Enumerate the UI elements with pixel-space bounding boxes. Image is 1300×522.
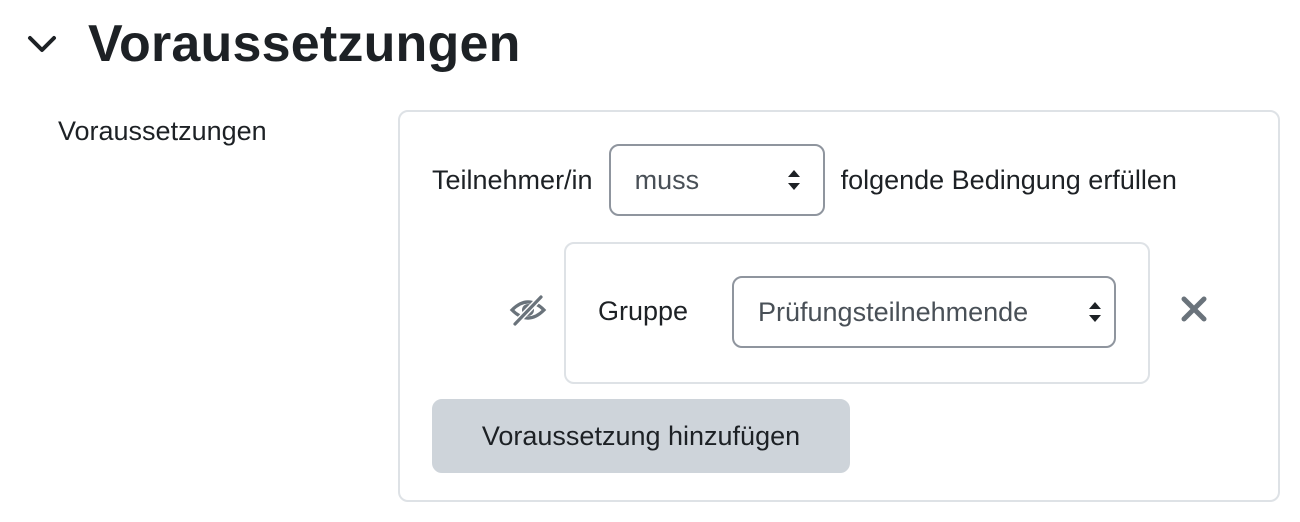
field-label: Voraussetzungen bbox=[58, 116, 267, 146]
rule-prefix: Teilnehmer/in bbox=[432, 164, 593, 195]
rule-row: Teilnehmer/in muss folgende Bedingung er… bbox=[432, 144, 1177, 216]
condition-box: Gruppe Prüfungsteilnehmende bbox=[564, 242, 1150, 384]
section-header: Voraussetzungen bbox=[22, 12, 521, 76]
requirement-select-value: muss bbox=[634, 164, 700, 195]
add-restriction-button[interactable]: Voraussetzung hinzufügen bbox=[432, 399, 850, 473]
requirement-select[interactable]: muss bbox=[608, 144, 825, 216]
select-arrows-icon bbox=[1088, 300, 1102, 324]
rule-suffix: folgende Bedingung erfüllen bbox=[840, 164, 1177, 195]
condition-type-label: Gruppe bbox=[598, 296, 689, 326]
group-select-value: Prüfungsteilnehmende bbox=[758, 296, 1029, 327]
eye-slash-icon[interactable] bbox=[508, 290, 548, 330]
group-select[interactable]: Prüfungsteilnehmende bbox=[732, 276, 1116, 348]
availability-editor: Teilnehmer/in muss folgende Bedingung er… bbox=[398, 110, 1280, 502]
select-arrows-icon bbox=[786, 168, 801, 192]
close-icon[interactable] bbox=[1180, 295, 1208, 323]
section-title: Voraussetzungen bbox=[88, 15, 521, 73]
chevron-down-icon[interactable] bbox=[22, 24, 62, 64]
